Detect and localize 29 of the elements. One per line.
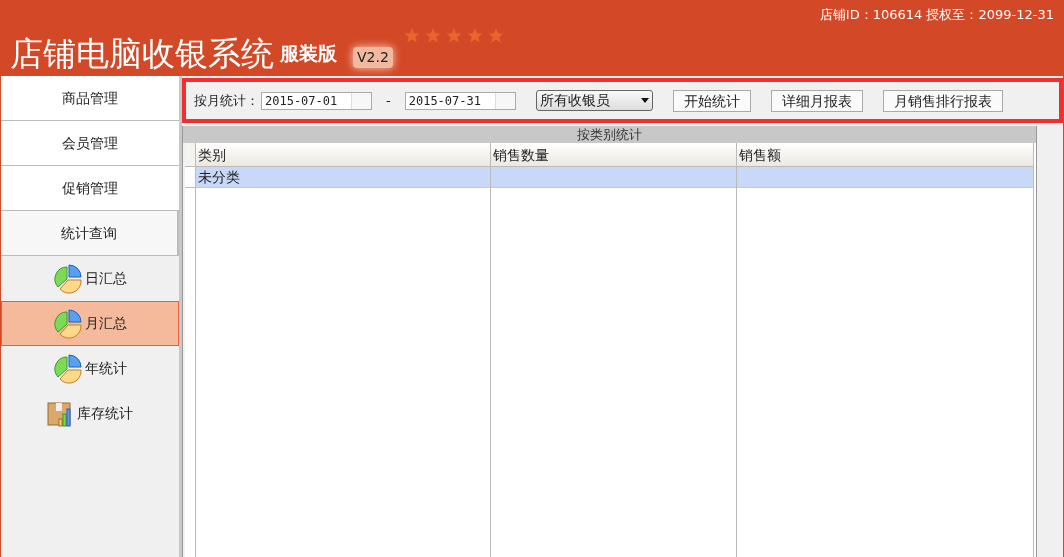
column-header[interactable]: 销售额 [737,143,1033,167]
pie-chart-icon [53,353,83,384]
toolbar-button[interactable]: 详细月报表 [770,89,863,112]
toolbar-button[interactable]: 月销售排行报表 [882,89,1003,112]
app-title: 店铺电脑收银系统 [10,33,274,75]
sidebar-section[interactable]: 会员管理 [1,121,179,166]
table-cell: 未分类 [196,167,490,188]
version-label: V2.2 [353,47,393,68]
month-stat-label: 按月统计： [194,91,259,110]
sidebar-item[interactable]: 年统计 [1,346,179,391]
sidebar-section[interactable]: 统计查询 [1,211,179,256]
sidebar-section[interactable]: 促销管理 [1,166,179,211]
pie-chart-icon [53,263,83,294]
table-title: 按类别统计 [183,126,1036,143]
sidebar-item[interactable]: 日汇总 [1,256,179,301]
pie-chart-icon [53,308,83,339]
edition-label: 服装版 [280,40,337,66]
column-header[interactable]: 销售数量 [491,143,736,167]
column-header[interactable]: 类别 [196,143,490,167]
sidebar-item[interactable]: 库存统计 [1,391,179,436]
caret-icon [640,98,649,103]
cashier-dropdown[interactable]: 所有收银员 [535,90,653,111]
sidebar-item[interactable]: 月汇总 [1,301,179,346]
date-separator: - [386,91,391,110]
toolbar-button[interactable]: 开始统计 [672,89,751,112]
end-date-field[interactable]: 2015-07-31 [404,91,516,110]
start-date-field[interactable]: 2015-07-01 [261,91,372,110]
store-info: 店铺ID：106614 授权至：2099-12-31 [819,6,1054,24]
sidebar-section[interactable]: 商品管理 [1,76,179,121]
